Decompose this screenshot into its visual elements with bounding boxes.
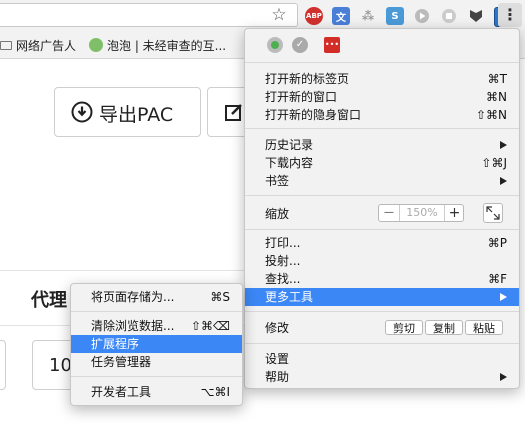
menu-label: 打开新的隐身窗口 [265,108,362,122]
proxy-input-value: 10 [49,355,72,376]
s-extension-icon[interactable]: S [386,7,404,25]
menu-label: 查找... [265,272,301,286]
folder-icon [0,40,12,50]
play-icon[interactable] [413,7,431,25]
zoom-control: — 150% + [378,204,464,222]
menu-item-task-manager[interactable]: 任务管理器 [71,353,242,371]
menu-item-bookmarks[interactable]: 书签 [245,172,519,190]
menu-label: 打开新的标签页 [265,72,350,86]
menu-item-print[interactable]: 打印... ⌘P [245,234,519,252]
menu-label: 历史记录 [265,138,314,152]
menu-label: 修改 [265,321,290,335]
menu-shortcut: ⌘F [488,272,507,286]
menu-separator [71,376,242,377]
export-pac-button[interactable]: 导出PAC [54,87,201,137]
edit-icon [225,104,242,121]
menu-item-new-tab[interactable]: 打开新的标签页 ⌘T [245,70,519,88]
bookmark-label: 泡泡 | 未经审查的互... [107,38,227,53]
adblock-plus-icon[interactable]: ABP [305,7,323,25]
bookmark-star-icon[interactable]: ☆ [270,6,288,24]
menu-shortcut: ⇧⌘⌫ [190,319,230,333]
menu-item-save-page-as[interactable]: 将页面存储为... ⌘S [71,288,242,306]
menu-label: 开发者工具 [91,385,152,399]
submenu-arrow-icon [500,177,507,185]
menu-label: 扩展程序 [91,337,140,351]
menu-separator [245,62,519,63]
menu-label: 更多工具 [265,290,314,304]
menu-item-history[interactable]: 历史记录 [245,136,519,154]
menu-label: 清除浏览数据... [91,319,175,333]
menu-item-new-incognito[interactable]: 打开新的隐身窗口 ⇧⌘N [245,106,519,124]
menu-shortcut: ⌘N [486,90,507,104]
bookmark-label: 网络广告人 [16,38,77,53]
submenu-arrow-icon [500,141,507,149]
menu-label: 将页面存储为... [91,290,175,304]
menu-item-extensions[interactable]: 扩展程序 [71,335,242,353]
more-tools-submenu: 将页面存储为... ⌘S 清除浏览数据... ⇧⌘⌫ 扩展程序 任务管理器 开发… [70,283,243,406]
menu-separator [245,128,519,129]
copy-button[interactable]: 复制 [425,320,463,335]
menu-item-developer-tools[interactable]: 开发者工具 ⌥⌘I [71,383,242,401]
menu-separator [245,195,519,196]
fullscreen-button[interactable] [483,203,503,223]
menu-label: 投射... [265,254,301,268]
menu-label: 设置 [265,352,290,366]
stamp-icon[interactable] [440,7,458,25]
chrome-menu-button[interactable]: ⋮ [498,3,522,27]
menu-label: 下载内容 [265,156,314,170]
menu-label: 打开新的窗口 [265,90,338,104]
menu-item-help[interactable]: 帮助 [245,368,519,386]
download-circle-icon [71,101,93,123]
green-dot-icon[interactable] [267,37,283,53]
menu-shortcut: ⌘P [487,236,507,250]
menu-shortcut: ⌘T [487,72,507,86]
menu-item-clear-browsing-data[interactable]: 清除浏览数据... ⇧⌘⌫ [71,317,242,335]
cut-button[interactable]: 剪切 [385,320,423,335]
menu-label: 打印... [265,236,301,250]
translate-icon[interactable]: 文 [332,7,350,25]
chrome-main-menu: ✓ ••• 打开新的标签页 ⌘T 打开新的窗口 ⌘N 打开新的隐身窗口 ⇧⌘N … [244,28,520,389]
menu-item-more-tools[interactable]: 更多工具 [245,288,519,306]
shield-icon[interactable] [467,7,485,25]
zoom-out-button[interactable]: — [379,205,400,221]
menu-separator [245,343,519,344]
menu-separator [71,311,242,312]
left-input-edge[interactable] [0,340,6,390]
menu-shortcut: ⌘S [210,290,230,304]
zoom-level: 150% [406,206,438,219]
menu-separator [245,311,519,312]
menu-shortcut: ⌥⌘I [200,385,230,399]
menu-label: 缩放 [265,207,290,221]
lastpass-icon[interactable]: ••• [324,37,340,53]
submenu-arrow-icon [500,293,507,301]
submenu-arrow-icon [500,373,507,381]
v-extension-icon[interactable]: ✓ [292,37,308,53]
network-icon[interactable]: ⁂ [359,7,377,25]
bubble-favicon-icon [89,38,103,52]
bookmark-item[interactable]: 网络广告人 [0,35,76,55]
menu-item-settings[interactable]: 设置 [245,350,519,368]
export-pac-label: 导出PAC [99,104,174,126]
proxy-column-header: 代理 [31,290,67,311]
menu-separator [245,229,519,230]
menu-item-downloads[interactable]: 下载内容 ⇧⌘J [245,154,519,172]
menu-shortcut: ⇧⌘J [481,156,507,170]
address-bar[interactable] [0,3,298,27]
bookmark-item[interactable]: 泡泡 | 未经审查的互... [89,35,226,55]
zoom-in-button[interactable]: + [444,205,464,221]
menu-shortcut: ⇧⌘N [475,108,507,122]
paste-button[interactable]: 粘贴 [465,320,503,335]
divider [0,270,244,271]
menu-label: 任务管理器 [91,355,152,369]
menu-item-find[interactable]: 查找... ⌘F [245,270,519,288]
menu-item-new-window[interactable]: 打开新的窗口 ⌘N [245,88,519,106]
fullscreen-icon [486,206,500,220]
menu-item-cast[interactable]: 投射... [245,252,519,270]
menu-label: 书签 [265,174,290,188]
menu-label: 帮助 [265,370,290,384]
